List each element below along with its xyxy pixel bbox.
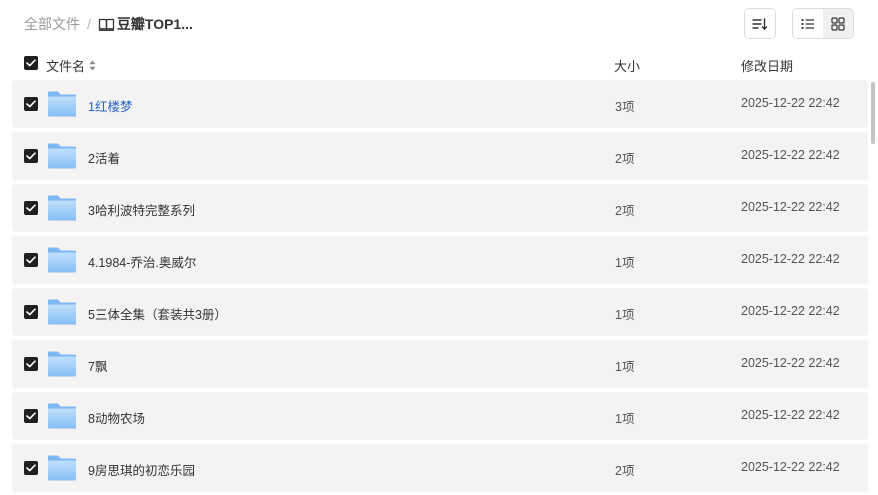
row-checkbox[interactable] — [24, 357, 38, 371]
file-size: 1项 — [615, 256, 635, 270]
row-checkbox[interactable] — [24, 201, 38, 215]
modified-column-header[interactable]: 修改日期 — [741, 56, 793, 75]
breadcrumb-root-link[interactable]: 全部文件 — [24, 14, 80, 34]
folder-icon — [47, 246, 77, 279]
table-row[interactable]: 7飘 1项 2025-12-22 22:42 — [12, 340, 868, 388]
checkmark-icon — [26, 360, 36, 368]
list-view-button[interactable] — [793, 9, 823, 38]
checkmark-icon — [26, 412, 36, 420]
folder-icon — [47, 350, 77, 383]
file-size: 3项 — [615, 100, 635, 114]
grid-view-button[interactable] — [823, 9, 853, 38]
list-view-icon — [801, 18, 814, 29]
file-list: 1红楼梦 3项 2025-12-22 22:42 2活着 2项 2025-12-… — [12, 80, 868, 495]
file-name-link[interactable]: 2活着 — [88, 148, 120, 167]
breadcrumb-current: 豆瓣TOP1... — [98, 14, 193, 34]
breadcrumb: 全部文件 / 豆瓣TOP1... — [24, 14, 193, 34]
table-row[interactable]: 8动物农场 1项 2025-12-22 22:42 — [12, 392, 868, 440]
file-size: 1项 — [615, 308, 635, 322]
file-modified-date: 2025-12-22 22:42 — [741, 304, 840, 318]
file-modified-date: 2025-12-22 22:42 — [741, 408, 840, 422]
grid-view-icon — [831, 16, 845, 31]
name-column-label: 文件名 — [46, 59, 86, 74]
file-modified-date: 2025-12-22 22:42 — [741, 252, 840, 266]
folder-icon — [47, 454, 77, 487]
folder-icon — [47, 402, 77, 435]
name-column-header[interactable]: 文件名 — [46, 56, 96, 75]
table-header: 文件名 大小 修改日期 — [0, 52, 878, 76]
book-icon — [98, 18, 115, 31]
sort-arrows-icon — [89, 60, 96, 71]
file-modified-date: 2025-12-22 22:42 — [741, 460, 840, 474]
select-all-checkbox[interactable] — [24, 56, 38, 70]
folder-icon — [47, 90, 77, 123]
checkmark-icon — [26, 256, 36, 264]
row-checkbox[interactable] — [24, 461, 38, 475]
table-row[interactable]: 9房思琪的初恋乐园 2项 2025-12-22 22:42 — [12, 444, 868, 492]
sort-button[interactable] — [744, 8, 776, 39]
file-name-link[interactable]: 9房思琪的初恋乐园 — [88, 460, 195, 479]
file-name-link[interactable]: 1红楼梦 — [88, 96, 132, 115]
file-name-link[interactable]: 7飘 — [88, 356, 107, 375]
file-modified-date: 2025-12-22 22:42 — [741, 200, 840, 214]
file-size: 2项 — [615, 152, 635, 166]
row-checkbox[interactable] — [24, 409, 38, 423]
file-modified-date: 2025-12-22 22:42 — [741, 356, 840, 370]
file-name-link[interactable]: 8动物农场 — [88, 408, 145, 427]
file-modified-date: 2025-12-22 22:42 — [741, 148, 840, 162]
file-size: 1项 — [615, 412, 635, 426]
top-bar: 全部文件 / 豆瓣TOP1... — [0, 0, 878, 48]
table-row[interactable]: 3哈利波特完整系列 2项 2025-12-22 22:42 — [12, 184, 868, 232]
file-size: 1项 — [615, 360, 635, 374]
row-checkbox[interactable] — [24, 305, 38, 319]
row-checkbox[interactable] — [24, 97, 38, 111]
file-name-link[interactable]: 4.1984-乔治.奥威尔 — [88, 252, 196, 271]
file-size: 2项 — [615, 464, 635, 478]
checkmark-icon — [26, 152, 36, 160]
table-row[interactable]: 4.1984-乔治.奥威尔 1项 2025-12-22 22:42 — [12, 236, 868, 284]
file-size: 2项 — [615, 204, 635, 218]
table-row[interactable]: 2活着 2项 2025-12-22 22:42 — [12, 132, 868, 180]
table-row[interactable]: 1红楼梦 3项 2025-12-22 22:42 — [12, 80, 868, 128]
sort-icon — [752, 17, 768, 30]
folder-icon — [47, 194, 77, 227]
size-column-header[interactable]: 大小 — [614, 56, 640, 75]
file-name-link[interactable]: 3哈利波特完整系列 — [88, 200, 195, 219]
row-checkbox[interactable] — [24, 149, 38, 163]
table-row[interactable]: 5三体全集（套装共3册） 1项 2025-12-22 22:42 — [12, 288, 868, 336]
row-checkbox[interactable] — [24, 253, 38, 267]
view-toggle — [792, 8, 854, 39]
breadcrumb-current-label: 豆瓣TOP1... — [116, 16, 193, 32]
scrollbar[interactable] — [871, 82, 875, 144]
checkmark-icon — [26, 100, 36, 108]
checkmark-icon — [26, 308, 36, 316]
folder-icon — [47, 298, 77, 331]
file-name-link[interactable]: 5三体全集（套装共3册） — [88, 304, 227, 323]
checkmark-icon — [26, 204, 36, 212]
breadcrumb-separator: / — [87, 16, 91, 32]
file-modified-date: 2025-12-22 22:42 — [741, 96, 840, 110]
checkmark-icon — [26, 59, 36, 67]
checkmark-icon — [26, 464, 36, 472]
folder-icon — [47, 142, 77, 175]
